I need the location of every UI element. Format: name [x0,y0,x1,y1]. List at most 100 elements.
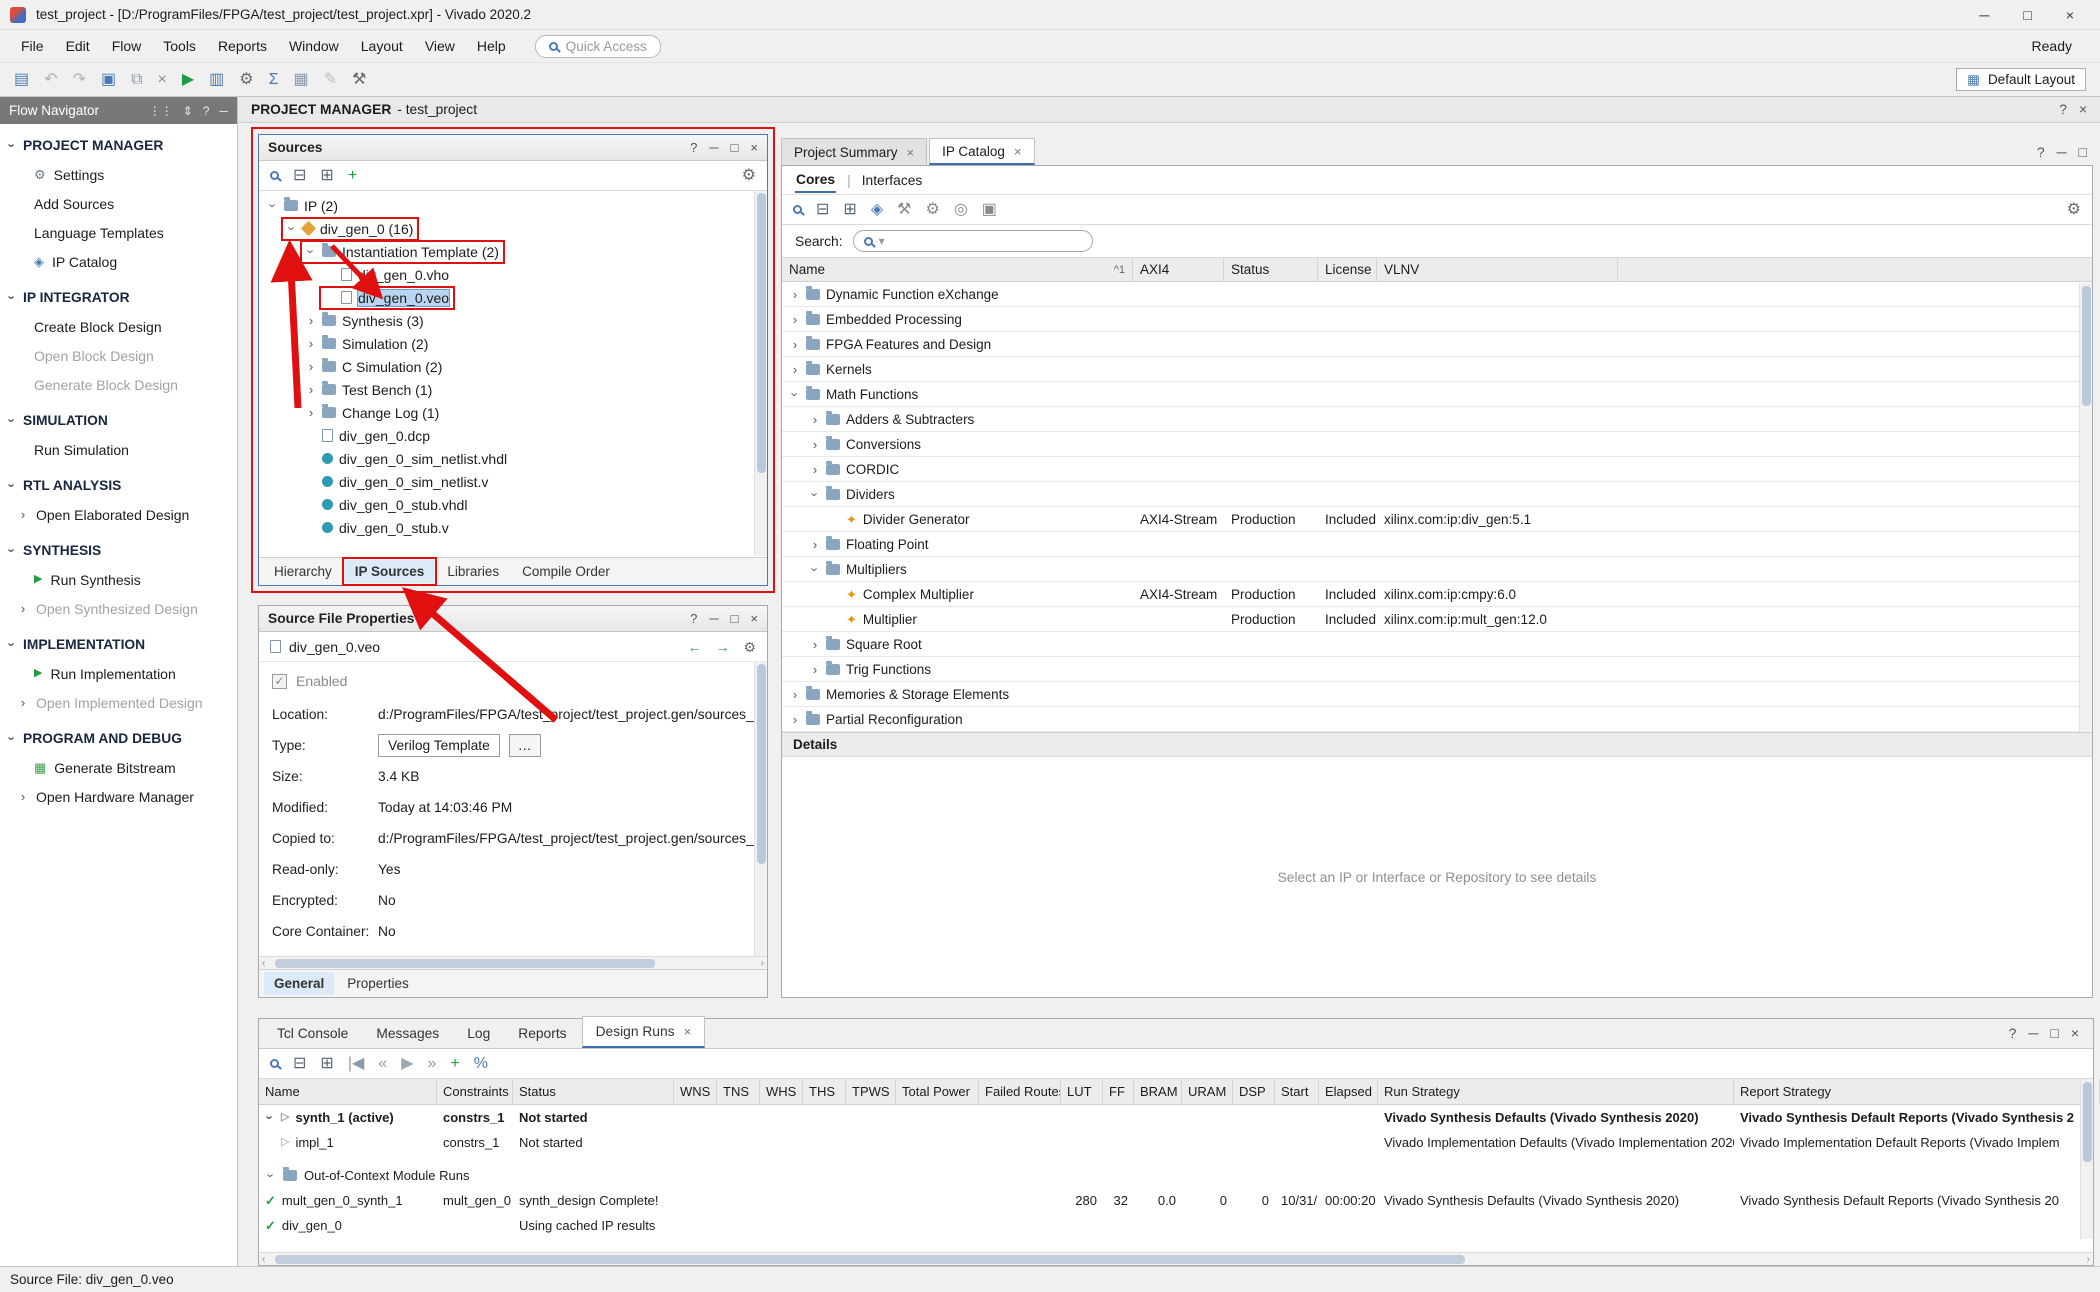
close-icon[interactable]: × [750,611,758,626]
help-icon[interactable]: ? [2059,102,2067,117]
scrollbar-thumb[interactable] [2083,1082,2092,1162]
flownav-item-generate-bitstream[interactable]: ▦Generate Bitstream [0,753,237,782]
expand-collapse-icon[interactable]: ⇕ [183,104,193,118]
expand-arrow-icon[interactable]: › [810,538,820,551]
collapse-arrow-icon[interactable]: › [789,389,802,399]
expand-arrow-icon[interactable]: › [790,688,800,701]
ipcat-search-input[interactable]: ▾ [853,230,1093,252]
column-header-start[interactable]: Start [1275,1079,1319,1104]
flownav-section-implementation[interactable]: ›IMPLEMENTATION [0,629,237,659]
run-row-mult-gen-0-synth-1[interactable]: ✓mult_gen_0_synth_1mult_gen_0synth_desig… [259,1188,2093,1213]
flownav-section-project-manager[interactable]: ›PROJECT MANAGER [0,130,237,160]
expand-all-icon[interactable]: ⊞ [320,168,333,184]
column-header-failed-routes[interactable]: Failed Routes [979,1079,1061,1104]
tree-item-instantiation-template[interactable]: ›Instantiation Template (2) [259,240,767,263]
ip-status-icon[interactable]: ◎ [954,202,968,218]
help-icon[interactable]: ? [2037,145,2045,159]
sfp-horizontal-scrollbar[interactable]: ‹ › [259,956,767,969]
expand-all-icon[interactable]: ⊞ [320,1056,333,1072]
flownav-item-open-block-design[interactable]: Open Block Design [0,341,237,370]
expand-arrow-icon[interactable]: › [18,790,28,803]
undo-icon[interactable]: ↶ [44,72,57,88]
column-header-dsp[interactable]: DSP [1233,1079,1275,1104]
column-header-name[interactable]: Name^1 [782,258,1133,281]
tree-item-simulation[interactable]: ›Simulation (2) [259,332,767,355]
ip-row-floating-point[interactable]: ›Floating Point [782,532,2092,557]
search-icon[interactable] [793,205,802,214]
float-icon[interactable]: □ [731,611,739,626]
tree-item-div-gen-0-veo[interactable]: ›div_gen_0.veo [259,286,767,309]
enabled-checkbox[interactable]: ✓ [272,674,287,689]
flownav-item-generate-block-design[interactable]: Generate Block Design [0,370,237,399]
minimize-icon[interactable]: ─ [709,611,718,626]
ip-row-square-root[interactable]: ›Square Root [782,632,2092,657]
column-header-constraints[interactable]: Constraints [437,1079,513,1104]
ip-row-memories-storage-elements[interactable]: ›Memories & Storage Elements [782,682,2092,707]
tree-item-div-gen-0[interactable]: ›div_gen_0 (16) [259,217,767,240]
percentage-icon[interactable]: % [474,1056,488,1072]
report-icon[interactable]: ▥ [209,72,224,88]
column-header-uram[interactable]: URAM [1182,1079,1233,1104]
layout-selector[interactable]: ▦ Default Layout [1956,68,2086,91]
sources-tab-compile-order[interactable]: Compile Order [512,560,620,583]
view-tab-cores[interactable]: Cores [795,168,836,193]
ip-row-complex-multiplier[interactable]: ›✦Complex MultiplierAXI4-StreamProductio… [782,582,2092,607]
expand-arrow-icon[interactable]: › [306,337,316,350]
collapse-arrow-icon[interactable]: › [809,489,822,499]
run-row-div-gen-0[interactable]: ✓div_gen_0Using cached IP results [259,1213,2093,1238]
flownav-section-ip-integrator[interactable]: ›IP INTEGRATOR [0,282,237,312]
runs-group-row[interactable]: ›Out-of-Context Module Runs [259,1163,2093,1188]
tree-item-div-gen-0-stub-v[interactable]: ›div_gen_0_stub.v [259,516,767,539]
column-header-total-power[interactable]: Total Power [896,1079,979,1104]
flownav-item-open-hardware-manager[interactable]: ›Open Hardware Manager [0,782,237,811]
back-icon[interactable]: ← [687,639,701,655]
settings-gear-icon[interactable]: ⚙ [743,640,756,654]
flownav-item-create-block-design[interactable]: Create Block Design [0,312,237,341]
run-row-impl-1[interactable]: ▷impl_1constrs_1Not startedVivado Implem… [259,1130,2093,1155]
expand-arrow-icon[interactable]: › [790,713,800,726]
ipcat-vertical-scrollbar[interactable] [2079,283,2092,732]
search-icon[interactable] [270,1059,279,1068]
section-collapse-icon[interactable]: › [6,545,19,555]
maximize-window-icon[interactable]: □ [2023,7,2031,23]
tree-item-change-log[interactable]: ›Change Log (1) [259,401,767,424]
close-tab-icon[interactable]: × [907,146,915,159]
menu-file[interactable]: File [10,33,55,59]
ip-row-multiplier[interactable]: ›✦MultiplierProductionIncludedxilinx.com… [782,607,2092,632]
expand-arrow-icon[interactable]: › [810,438,820,451]
sources-tab-ip-sources[interactable]: IP Sources [345,560,435,583]
settings-icon[interactable]: ⚙ [239,72,253,88]
edit-icon[interactable]: ✎ [324,72,337,88]
sources-tab-hierarchy[interactable]: Hierarchy [264,560,342,583]
view-tab-interfaces[interactable]: Interfaces [862,173,923,188]
tab-reports[interactable]: Reports [505,1019,579,1048]
settings-gear-icon[interactable]: ⚙ [742,168,756,184]
close-icon[interactable]: × [2079,102,2087,117]
step-back-icon[interactable]: « [378,1056,387,1072]
tree-item-synthesis[interactable]: ›Synthesis (3) [259,309,767,332]
sfp-vertical-scrollbar[interactable] [754,662,767,956]
tree-item-div-gen-0-dcp[interactable]: ›div_gen_0.dcp [259,424,767,447]
tree-item-c-simulation[interactable]: ›C Simulation (2) [259,355,767,378]
column-header-license[interactable]: License [1318,258,1377,281]
expand-arrow-icon[interactable]: › [790,313,800,326]
menu-edit[interactable]: Edit [55,33,101,59]
close-tab-icon[interactable]: × [1014,145,1022,158]
float-icon[interactable]: □ [2050,1026,2058,1040]
column-header-tns[interactable]: TNS [717,1079,760,1104]
minimize-icon[interactable]: ─ [2057,145,2067,159]
tab-messages[interactable]: Messages [363,1019,452,1048]
close-window-icon[interactable]: × [2066,7,2074,23]
flownav-item-language-templates[interactable]: Language Templates [0,218,237,247]
sfp-tab-properties[interactable]: Properties [337,972,419,995]
tab-design-runs[interactable]: Design Runs× [582,1016,706,1048]
scrollbar-thumb[interactable] [757,193,766,473]
expand-arrow-icon[interactable]: › [790,363,800,376]
flownav-section-simulation[interactable]: ›SIMULATION [0,405,237,435]
delete-icon[interactable]: × [158,72,167,88]
flownav-item-add-sources[interactable]: Add Sources [0,189,237,218]
column-header-vlnv[interactable]: VLNV [1377,258,1618,281]
run-row-synth-1-active[interactable]: ›▷synth_1 (active)constrs_1Not startedVi… [259,1105,2093,1130]
ip-row-partial-reconfiguration[interactable]: ›Partial Reconfiguration [782,707,2092,732]
sum-icon[interactable]: Σ [269,72,279,88]
